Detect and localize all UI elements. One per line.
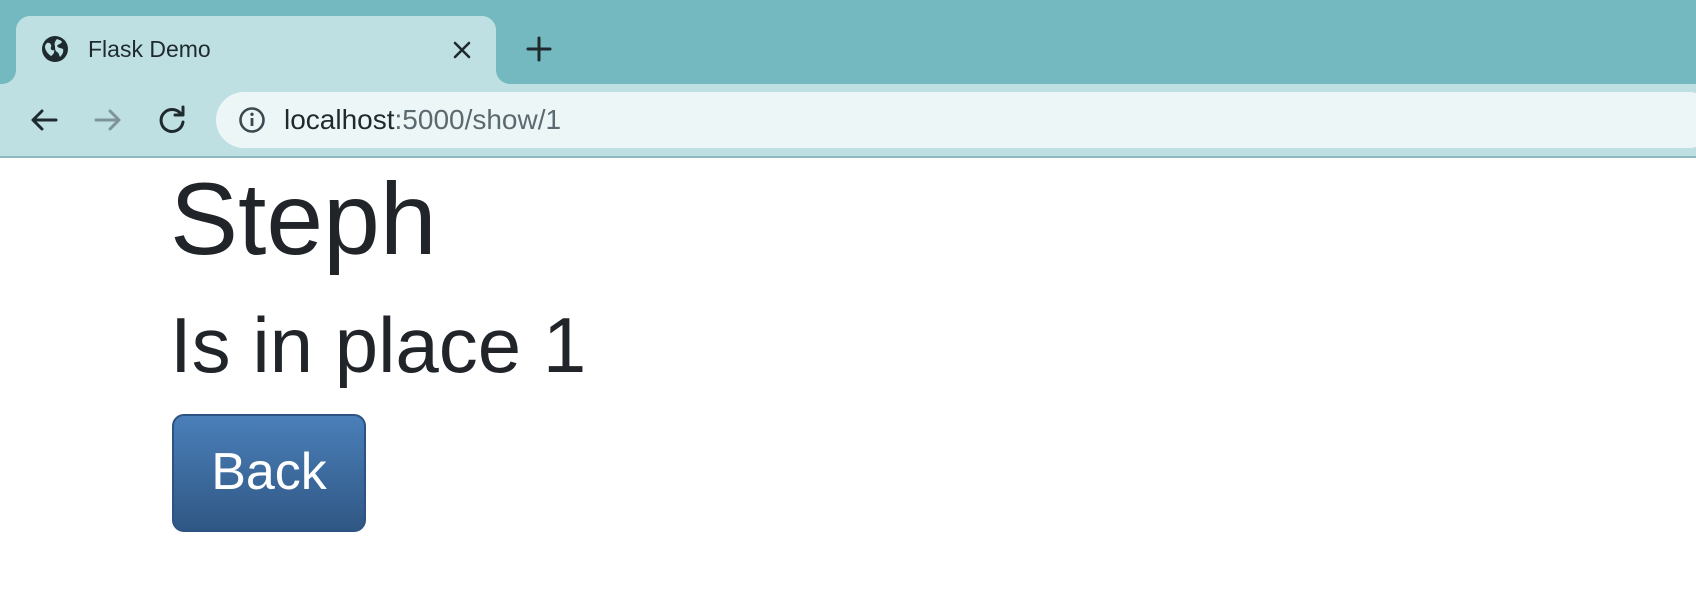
address-bar[interactable]: localhost:5000/show/1 [216, 92, 1696, 148]
url-path: :5000/show/1 [394, 104, 562, 135]
browser-toolbar: localhost:5000/show/1 [0, 84, 1696, 158]
tab-title: Flask Demo [88, 36, 211, 62]
back-button[interactable]: Back [172, 414, 366, 532]
url-text[interactable]: localhost:5000/show/1 [284, 104, 561, 136]
person-name-heading: Steph [170, 162, 437, 276]
url-host: localhost [284, 104, 395, 135]
tab-strip: Flask Demo [0, 0, 1696, 84]
close-icon[interactable] [450, 38, 474, 62]
plus-icon[interactable] [524, 34, 554, 64]
browser-tab[interactable]: Flask Demo [16, 16, 496, 84]
page-content: Steph Is in place 1 Back [0, 158, 1696, 610]
globe-icon [42, 36, 68, 62]
arrow-right-icon[interactable] [90, 102, 126, 138]
arrow-left-icon[interactable] [26, 102, 62, 138]
reload-icon[interactable] [154, 102, 190, 138]
place-heading: Is in place 1 [170, 301, 587, 389]
info-icon[interactable] [238, 106, 266, 134]
